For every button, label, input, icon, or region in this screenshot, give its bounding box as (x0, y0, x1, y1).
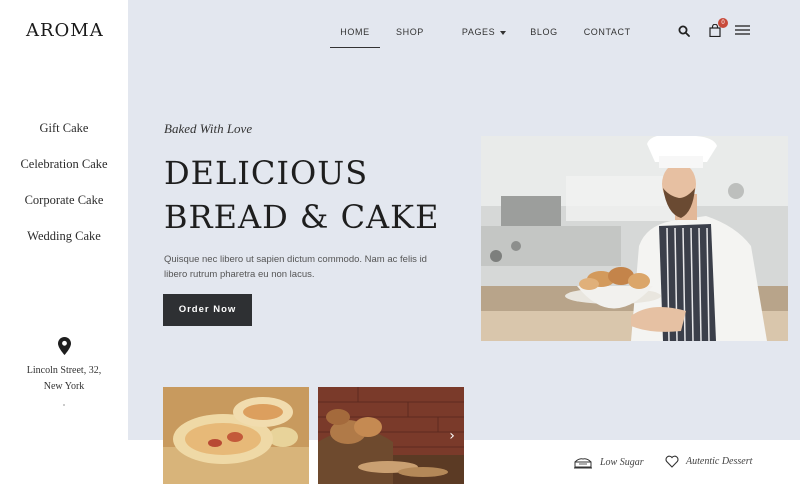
search-icon[interactable] (678, 25, 690, 37)
decorative-dot (63, 404, 65, 406)
nav-pages[interactable]: PAGES (461, 24, 507, 48)
category-gift-cake[interactable]: Gift Cake (0, 119, 128, 155)
hero-description: Quisque nec libero ut sapien dictum comm… (164, 254, 427, 280)
nav-home[interactable]: HOME (330, 24, 380, 48)
nav-contact[interactable]: CONTACT (584, 24, 631, 48)
left-sidebar: AROMA Gift Cake Celebration Cake Corpora… (0, 0, 128, 502)
store-location: Lincoln Street, 32, New York (0, 337, 128, 395)
headline-line-1: DELICIOUS (164, 154, 369, 192)
headline-line-2: BREAD & CAKE (164, 198, 440, 236)
hero-kicker: Baked With Love (164, 121, 253, 136)
category-nav: Gift Cake Celebration Cake Corporate Cak… (0, 119, 128, 263)
hamburger-menu-icon[interactable] (735, 25, 750, 35)
category-wedding-cake[interactable]: Wedding Cake (0, 227, 128, 263)
heart-icon (665, 455, 679, 468)
nav-shop[interactable]: SHOP (396, 24, 424, 48)
address-line-2: New York (43, 381, 85, 392)
category-corporate-cake[interactable]: Corporate Cake (0, 191, 128, 227)
category-celebration-cake[interactable]: Celebration Cake (0, 155, 128, 191)
order-now-button[interactable]: Order Now (163, 294, 252, 326)
map-pin-icon (57, 337, 71, 355)
bread-basket-thumbnail[interactable] (318, 387, 464, 484)
main-nav: HOME SHOP PAGES BLOG CONTACT (330, 24, 631, 48)
address-line-1: Lincoln Street, 32, (26, 365, 102, 376)
feature-low-sugar-label: Low Sugar (600, 456, 644, 468)
cart-count-badge: 0 (718, 18, 728, 28)
chevron-right-icon[interactable]: › (444, 426, 460, 446)
nav-blog[interactable]: BLOG (530, 24, 557, 48)
nav-pages-label: PAGES (461, 27, 496, 37)
brand-logo[interactable]: AROMA (26, 20, 104, 41)
feature-low-sugar: Low Sugar (573, 455, 644, 469)
hero-headline: DELICIOUS BREAD & CAKE (164, 151, 439, 239)
feature-authentic-dessert-label: Autentic Dessert (686, 456, 753, 467)
cake-icon (574, 458, 592, 469)
strudel-thumbnail[interactable] (163, 387, 309, 484)
chevron-down-icon (500, 30, 507, 35)
feature-authentic-dessert: Autentic Dessert (665, 455, 752, 468)
chef-photo (481, 136, 788, 341)
